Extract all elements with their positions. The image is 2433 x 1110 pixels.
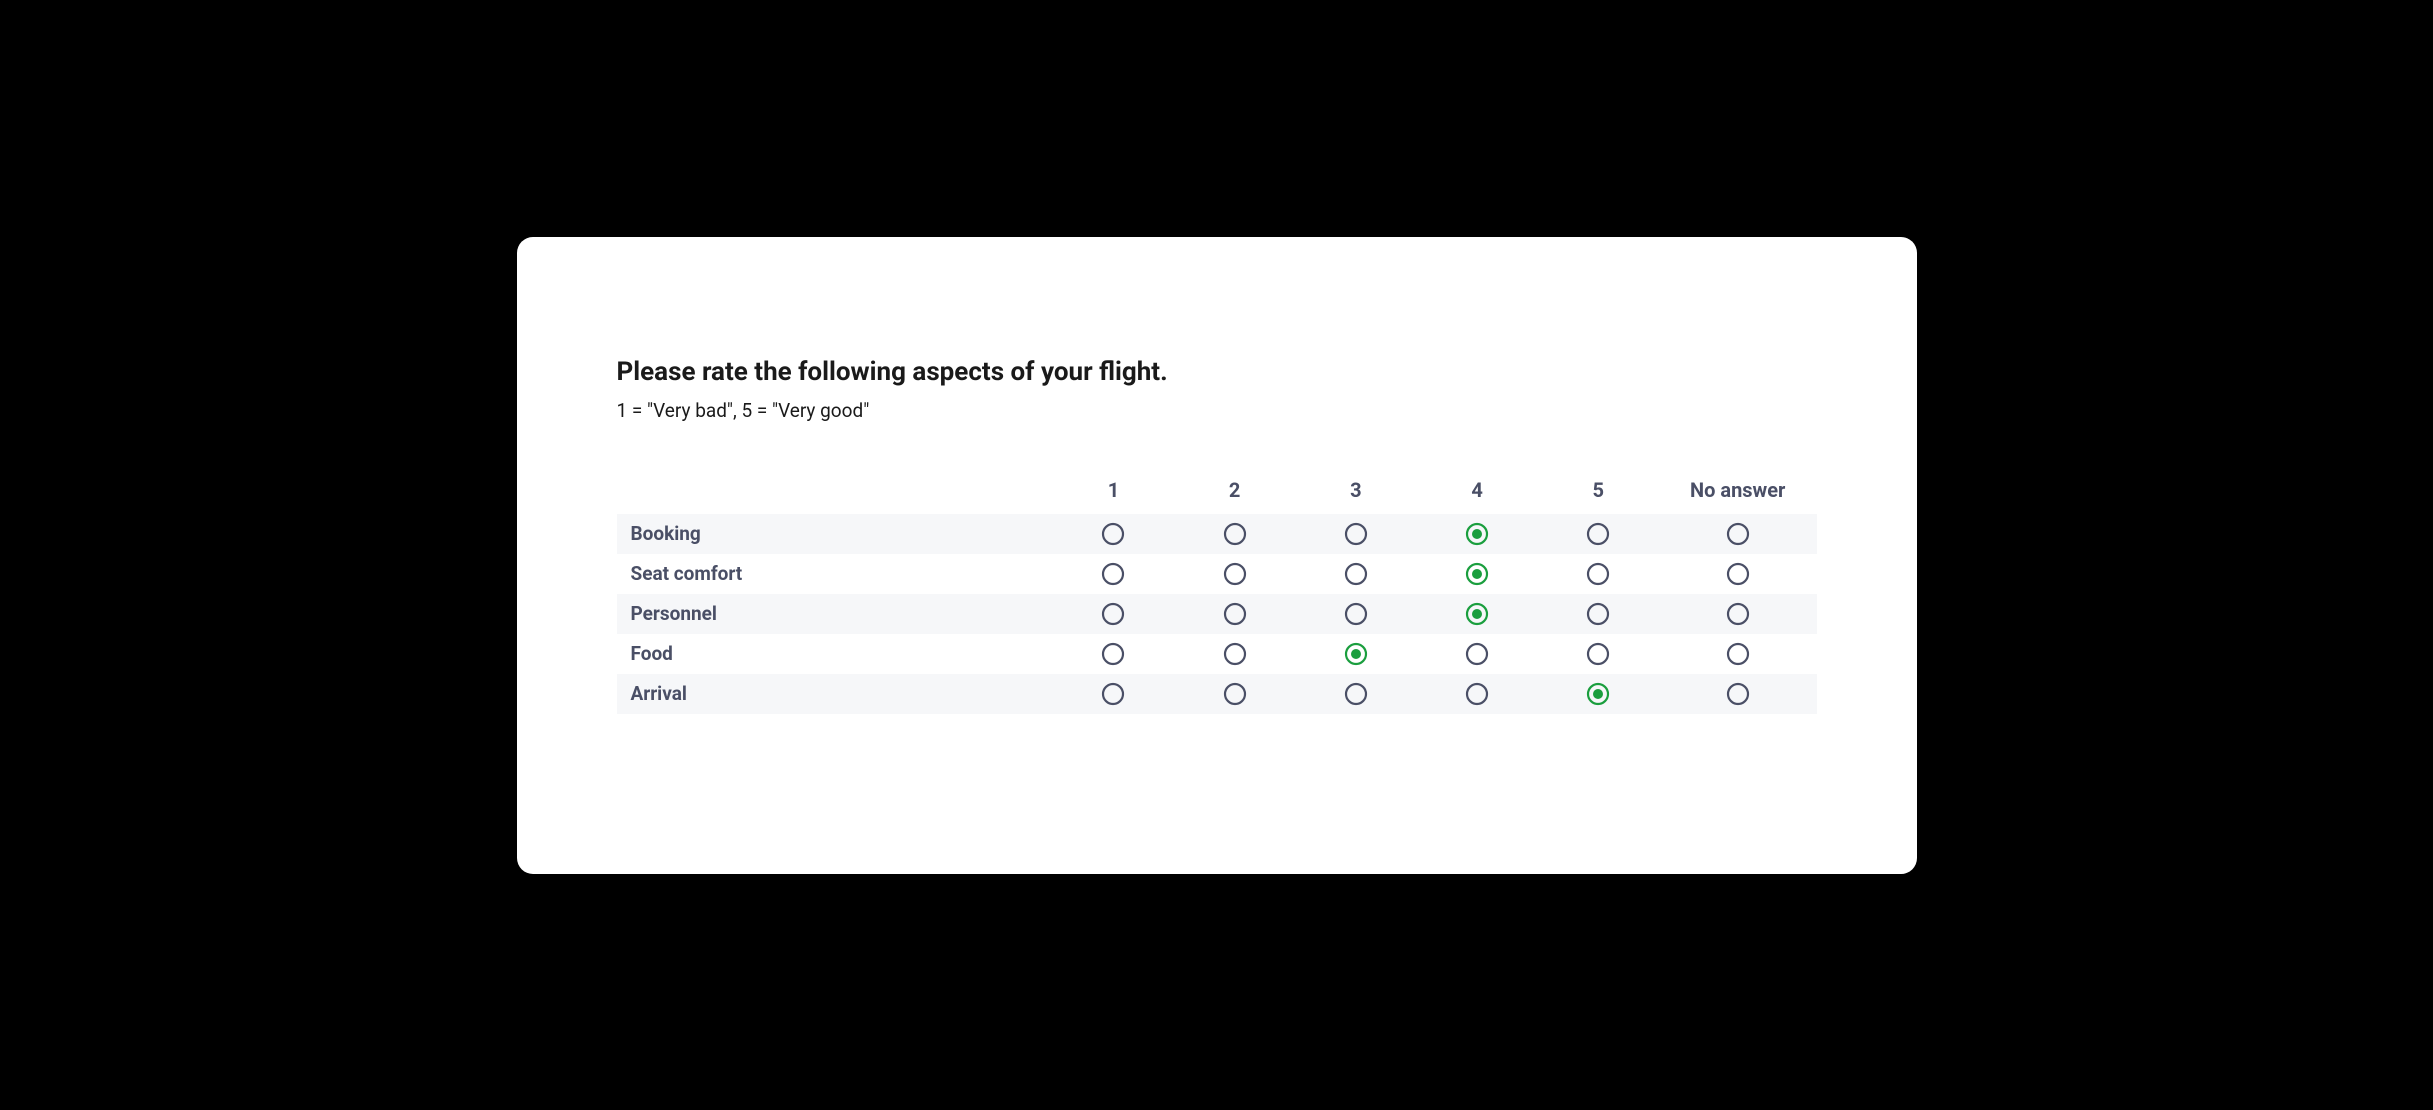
radio-cell (1053, 554, 1174, 594)
radio-option[interactable] (1223, 642, 1247, 666)
radio-option[interactable] (1586, 522, 1610, 546)
radio-cell (1295, 554, 1416, 594)
radio-cell (1416, 674, 1537, 714)
radio-option[interactable] (1223, 522, 1247, 546)
radio-cell (1295, 594, 1416, 634)
matrix-body: BookingSeat comfortPersonnelFoodArrival (617, 514, 1817, 714)
radio-cell (1538, 594, 1659, 634)
radio-option[interactable] (1726, 602, 1750, 626)
rating-matrix: 1 2 3 4 5 No answer BookingSeat comfortP… (617, 470, 1817, 714)
radio-option[interactable] (1344, 562, 1368, 586)
radio-cell (1053, 674, 1174, 714)
radio-cell (1174, 674, 1295, 714)
radio-option[interactable] (1726, 522, 1750, 546)
radio-cell (1295, 514, 1416, 554)
radio-cell (1416, 514, 1537, 554)
radio-option[interactable] (1726, 682, 1750, 706)
radio-cell (1053, 634, 1174, 674)
radio-option[interactable] (1586, 642, 1610, 666)
table-row: Food (617, 634, 1817, 674)
radio-option[interactable] (1465, 602, 1489, 626)
matrix-header-1: 1 (1053, 470, 1174, 514)
radio-cell (1659, 554, 1817, 594)
radio-cell (1659, 594, 1817, 634)
radio-option[interactable] (1101, 562, 1125, 586)
radio-option[interactable] (1586, 562, 1610, 586)
row-label: Booking (617, 514, 1053, 554)
radio-cell (1659, 674, 1817, 714)
question-subtitle: 1 = "Very bad", 5 = "Very good" (617, 399, 1817, 422)
radio-cell (1295, 674, 1416, 714)
radio-cell (1538, 674, 1659, 714)
matrix-header-3: 3 (1295, 470, 1416, 514)
radio-option[interactable] (1344, 522, 1368, 546)
radio-cell (1538, 634, 1659, 674)
table-row: Personnel (617, 594, 1817, 634)
radio-option[interactable] (1101, 642, 1125, 666)
radio-cell (1053, 594, 1174, 634)
radio-option[interactable] (1344, 602, 1368, 626)
table-row: Booking (617, 514, 1817, 554)
matrix-header-row: 1 2 3 4 5 No answer (617, 470, 1817, 514)
row-label: Seat comfort (617, 554, 1053, 594)
radio-cell (1295, 634, 1416, 674)
radio-option[interactable] (1223, 562, 1247, 586)
radio-cell (1174, 634, 1295, 674)
table-row: Arrival (617, 674, 1817, 714)
radio-option[interactable] (1726, 562, 1750, 586)
matrix-header-5: 5 (1538, 470, 1659, 514)
radio-option[interactable] (1223, 682, 1247, 706)
radio-cell (1174, 554, 1295, 594)
radio-option[interactable] (1101, 602, 1125, 626)
matrix-header-4: 4 (1416, 470, 1537, 514)
radio-option[interactable] (1223, 602, 1247, 626)
radio-cell (1538, 514, 1659, 554)
matrix-header-2: 2 (1174, 470, 1295, 514)
radio-cell (1174, 514, 1295, 554)
survey-card: Please rate the following aspects of you… (517, 237, 1917, 874)
radio-cell (1416, 634, 1537, 674)
radio-cell (1416, 554, 1537, 594)
row-label: Food (617, 634, 1053, 674)
radio-cell (1416, 594, 1537, 634)
radio-option[interactable] (1465, 642, 1489, 666)
radio-option[interactable] (1465, 522, 1489, 546)
radio-option[interactable] (1465, 682, 1489, 706)
radio-option[interactable] (1101, 682, 1125, 706)
question-title: Please rate the following aspects of you… (617, 357, 1817, 387)
radio-cell (1659, 514, 1817, 554)
radio-option[interactable] (1465, 562, 1489, 586)
radio-option[interactable] (1586, 682, 1610, 706)
radio-option[interactable] (1344, 642, 1368, 666)
radio-cell (1538, 554, 1659, 594)
radio-option[interactable] (1101, 522, 1125, 546)
radio-cell (1659, 634, 1817, 674)
radio-option[interactable] (1344, 682, 1368, 706)
radio-option[interactable] (1586, 602, 1610, 626)
row-label: Arrival (617, 674, 1053, 714)
matrix-header-blank (617, 470, 1053, 514)
row-label: Personnel (617, 594, 1053, 634)
matrix-header-noanswer: No answer (1659, 470, 1817, 514)
radio-cell (1174, 594, 1295, 634)
radio-option[interactable] (1726, 642, 1750, 666)
table-row: Seat comfort (617, 554, 1817, 594)
radio-cell (1053, 514, 1174, 554)
